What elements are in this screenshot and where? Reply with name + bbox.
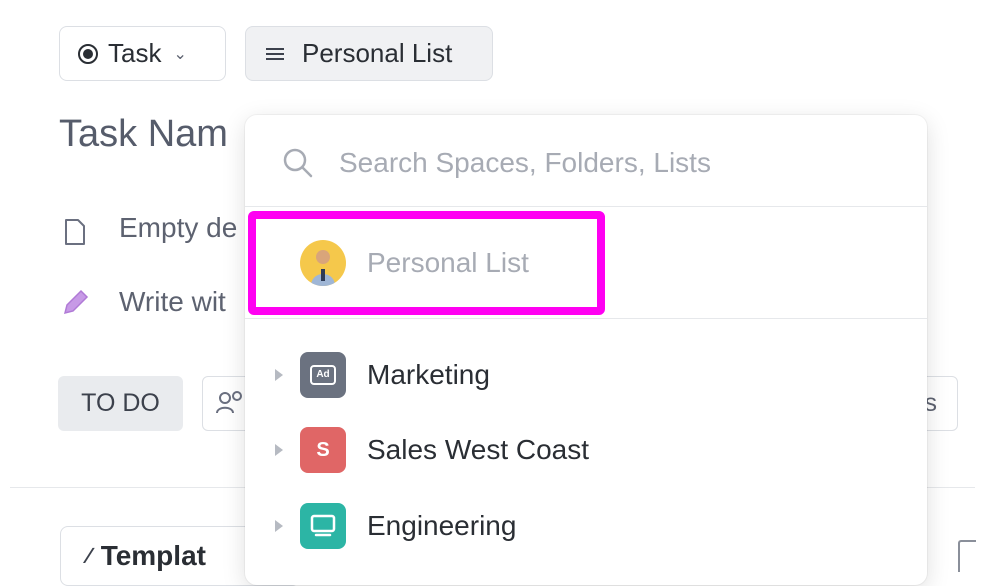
list-selector-label: Personal List [302,38,453,68]
list-selector-button[interactable]: Personal List [245,26,493,81]
monitor-icon [300,503,346,549]
letter-s-icon: S [300,427,346,473]
write-with-ai-text[interactable]: Write wit [119,286,226,318]
caret-right-icon [275,369,283,381]
space-item-marketing[interactable]: Ad Marketing [245,340,927,410]
space-label: Sales West Coast [367,434,590,465]
status-badge[interactable]: TO DO [58,376,183,431]
location-picker-dropdown: Personal List Ad Marketing S Sales West … [245,115,927,585]
caret-right-icon [275,444,283,456]
search-separator [245,206,927,207]
task-name-input[interactable]: Task Nam [59,113,228,156]
ad-icon: Ad [300,352,346,398]
search-row [245,115,927,207]
pencil-icon [61,287,91,322]
document-icon [64,218,86,251]
list-lines-icon [266,45,284,63]
space-item-engineering[interactable]: Engineering [245,491,927,561]
templates-label: Templat [100,540,206,571]
task-type-dropdown[interactable]: Task ⌄ [59,26,226,81]
search-input[interactable] [337,139,901,187]
caret-right-icon [275,520,283,532]
personal-separator [245,318,927,319]
radio-dot-icon [78,43,98,64]
space-label: Engineering [367,510,517,541]
search-icon [283,148,313,178]
space-label: Marketing [367,359,490,390]
clipboard-icon [958,540,976,572]
empty-description-text[interactable]: Empty de [119,212,237,244]
highlight-box [248,211,605,315]
task-type-label: Task [108,38,162,68]
magic-wand-icon: ∕ [87,543,91,568]
space-item-sales-west-coast[interactable]: S Sales West Coast [245,415,927,485]
chevron-down-icon: ⌄ [173,45,187,63]
